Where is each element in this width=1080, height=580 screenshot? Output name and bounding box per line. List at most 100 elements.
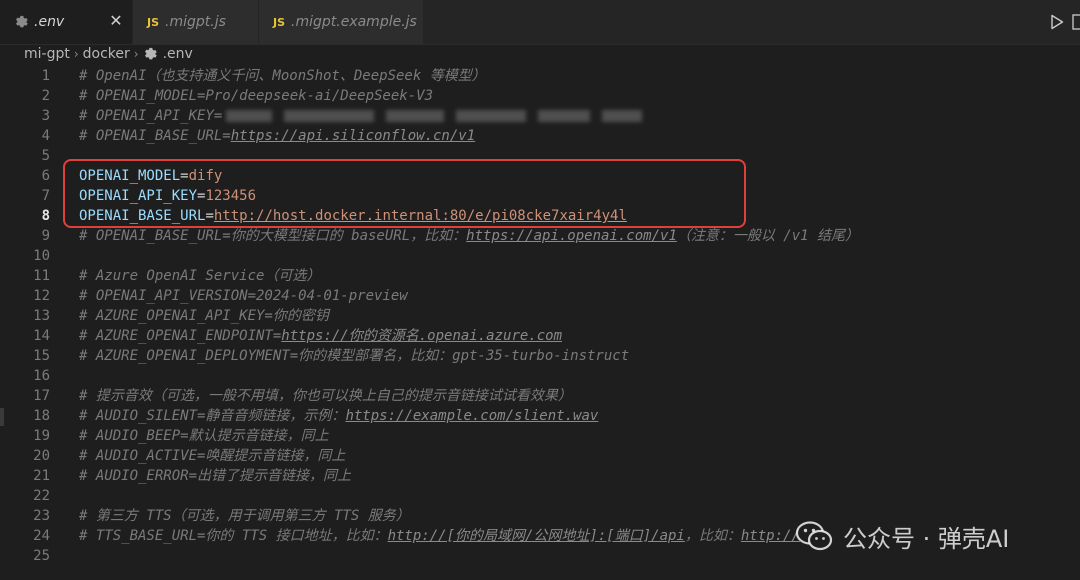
comment-text: # OPENAI_BASE_URL= [79,128,231,144]
redacted-block [602,110,643,122]
line-number: 16 [33,368,50,384]
comment-text: # AUDIO_ACTIVE=唤醒提示音链接，同上 [79,448,346,464]
line-number: 20 [33,448,50,464]
breadcrumb-item-docker[interactable]: docker [83,46,130,62]
line-number: 3 [41,108,50,124]
redacted-block [456,110,527,122]
line-content: # OPENAI_MODEL=Pro/deepseek-ai/DeepSeek-… [79,86,433,106]
line-number: 4 [41,128,50,144]
tab-bar: .env ✕ JS .migpt.js JS .migpt.example.js [0,0,1080,45]
line-content: # OPENAI_BASE_URL=你的大模型接口的 baseURL，比如：ht… [79,226,859,246]
comment-text: # AUDIO_BEEP=默认提示音链接，同上 [79,428,329,444]
code-line[interactable]: 9 # OPENAI_BASE_URL=你的大模型接口的 baseURL，比如：h… [0,226,1080,246]
comment-link[interactable]: https://example.com/slient.wav [345,408,598,424]
line-content: # OPENAI_API_VERSION=2024-04-01-preview [79,286,408,306]
code-line[interactable]: 14 # AZURE_OPENAI_ENDPOINT=https://你的资源名.… [0,326,1080,346]
breadcrumb: mi-gpt › docker › .env [24,44,193,64]
code-line[interactable]: 21 # AUDIO_ERROR=出错了提示音链接，同上 [0,466,1080,486]
line-content: # OpenAI（也支持通义千问、MoonShot、DeepSeek 等模型） [79,66,486,86]
code-line[interactable]: 2 # OPENAI_MODEL=Pro/deepseek-ai/DeepSeek… [0,86,1080,106]
comment: # OPENAI_API_VERSION=2024-04-01-preview [79,288,408,304]
code-line[interactable]: 17 # 提示音效（可选，一般不用填，你也可以换上自己的提示音链接试试看效果） [0,386,1080,406]
line-content: # AZURE_OPENAI_DEPLOYMENT=你的模型部署名，比如：gpt… [79,346,629,366]
line-content: # AUDIO_ERROR=出错了提示音链接，同上 [79,466,351,486]
comment-link[interactable]: http://[你的局域网/公网地址]:[端口]/api [388,528,685,544]
line-content: # 提示音效（可选，一般不用填，你也可以换上自己的提示音链接试试看效果） [79,386,572,406]
line-content: # AZURE_OPENAI_ENDPOINT=https://你的资源名.op… [79,326,562,346]
code-editor[interactable]: 1 # OpenAI（也支持通义千问、MoonShot、DeepSeek 等模型）… [0,64,1080,580]
comment-text: # AUDIO_SILENT=静音音频链接，示例： [79,408,346,424]
comment-text: # AZURE_OPENAI_ENDPOINT= [79,328,282,344]
comment-text: # TTS_BASE_URL=你的 TTS 接口地址，比如： [79,528,388,544]
line-number: 5 [41,148,50,164]
code-line[interactable]: 22 [0,486,1080,506]
comment: # 第三方 TTS（可选，用于调用第三方 TTS 服务） [79,508,410,524]
line-number: 22 [33,488,50,504]
code-line[interactable]: 11 # Azure OpenAI Service（可选） [0,266,1080,286]
code-line[interactable]: 19 # AUDIO_BEEP=默认提示音链接，同上 [0,426,1080,446]
run-icon[interactable] [1050,14,1064,30]
comment-text: # OpenAI（也支持通义千问、MoonShot、DeepSeek 等模型） [79,68,486,84]
code-line[interactable]: 13 # AZURE_OPENAI_API_KEY=你的密钥 [0,306,1080,326]
code-line[interactable]: 1 # OpenAI（也支持通义千问、MoonShot、DeepSeek 等模型） [0,66,1080,86]
comment-link[interactable]: http:// [741,528,800,544]
redacted-block [538,110,591,122]
line-number: 14 [33,328,50,344]
comment: # OpenAI（也支持通义千问、MoonShot、DeepSeek 等模型） [79,68,486,84]
code-line[interactable]: 10 [0,246,1080,266]
code-line[interactable]: 18 # AUDIO_SILENT=静音音频链接，示例：https://examp… [0,406,1080,426]
comment-text: # 提示音效（可选，一般不用填，你也可以换上自己的提示音链接试试看效果） [79,388,572,404]
comment-link[interactable]: https://api.siliconflow.cn/v1 [231,128,475,144]
wechat-icon [795,520,833,552]
comment: # OPENAI_BASE_URL=你的大模型接口的 baseURL，比如：ht… [79,228,859,244]
line-number: 23 [33,508,50,524]
code-line[interactable]: 15 # AZURE_OPENAI_DEPLOYMENT=你的模型部署名，比如：g… [0,346,1080,366]
js-file-icon: JS [273,15,286,29]
code-line[interactable]: 3 # OPENAI_API_KEY= [0,106,1080,126]
line-number: 24 [33,528,50,544]
tab-label: .migpt.js [165,14,226,30]
comment: # AUDIO_ACTIVE=唤醒提示音链接，同上 [79,448,345,464]
chevron-right-icon: › [73,47,79,61]
tab-migpt-example-js[interactable]: JS .migpt.example.js [259,0,424,44]
comment: # AUDIO_BEEP=默认提示音链接，同上 [79,428,329,444]
redacted-block [226,110,273,122]
comment-link[interactable]: https://你的资源名.openai.azure.com [281,328,562,344]
tab-migpt-js[interactable]: JS .migpt.js [133,0,259,44]
line-number: 17 [33,388,50,404]
comment-text: # AZURE_OPENAI_DEPLOYMENT=你的模型部署名，比如：gpt… [79,348,630,364]
comment-text: # OPENAI_BASE_URL=你的大模型接口的 baseURL，比如： [79,228,467,244]
line-number: 25 [33,548,50,564]
split-editor-icon[interactable] [1072,14,1080,30]
comment-link[interactable]: https://api.openai.com/v1 [466,228,677,244]
line-content: # AZURE_OPENAI_API_KEY=你的密钥 [79,306,329,326]
tab-label: .migpt.example.js [291,14,417,30]
tab-env[interactable]: .env ✕ [0,0,133,44]
comment: # 提示音效（可选，一般不用填，你也可以换上自己的提示音链接试试看效果） [79,388,572,404]
breadcrumb-item-env[interactable]: .env [163,46,193,62]
comment: # OPENAI_API_KEY= [79,108,643,124]
code-line[interactable]: 16 [0,366,1080,386]
comment-text: # OPENAI_MODEL=Pro/deepseek-ai/DeepSeek-… [79,88,434,104]
comment: # Azure OpenAI Service（可选） [79,268,320,284]
line-content: # Azure OpenAI Service（可选） [79,266,320,286]
breadcrumb-item-mi-gpt[interactable]: mi-gpt [24,46,70,62]
redacted-block [386,110,445,122]
code-line[interactable]: 20 # AUDIO_ACTIVE=唤醒提示音链接，同上 [0,446,1080,466]
comment: # AZURE_OPENAI_DEPLOYMENT=你的模型部署名，比如：gpt… [79,348,629,364]
code-line[interactable]: 4 # OPENAI_BASE_URL=https://api.siliconfl… [0,126,1080,146]
line-number: 1 [41,68,50,84]
gutter-marker [0,408,4,426]
close-icon[interactable]: ✕ [108,13,124,29]
comment-text: # OPENAI_API_VERSION=2024-04-01-preview [79,288,408,304]
line-number: 15 [33,348,50,364]
line-number: 10 [33,248,50,264]
code-line[interactable]: 12 # OPENAI_API_VERSION=2024-04-01-previe… [0,286,1080,306]
line-content: # TTS_BASE_URL=你的 TTS 接口地址，比如：http://[你的… [79,526,800,546]
comment-text: # AUDIO_ERROR=出错了提示音链接，同上 [79,468,352,484]
line-number: 6 [41,168,50,184]
comment: # AUDIO_SILENT=静音音频链接，示例：https://example… [79,408,598,424]
line-number: 18 [33,408,50,424]
line-content: # OPENAI_BASE_URL=https://api.siliconflo… [79,126,475,146]
line-number: 7 [41,188,50,204]
